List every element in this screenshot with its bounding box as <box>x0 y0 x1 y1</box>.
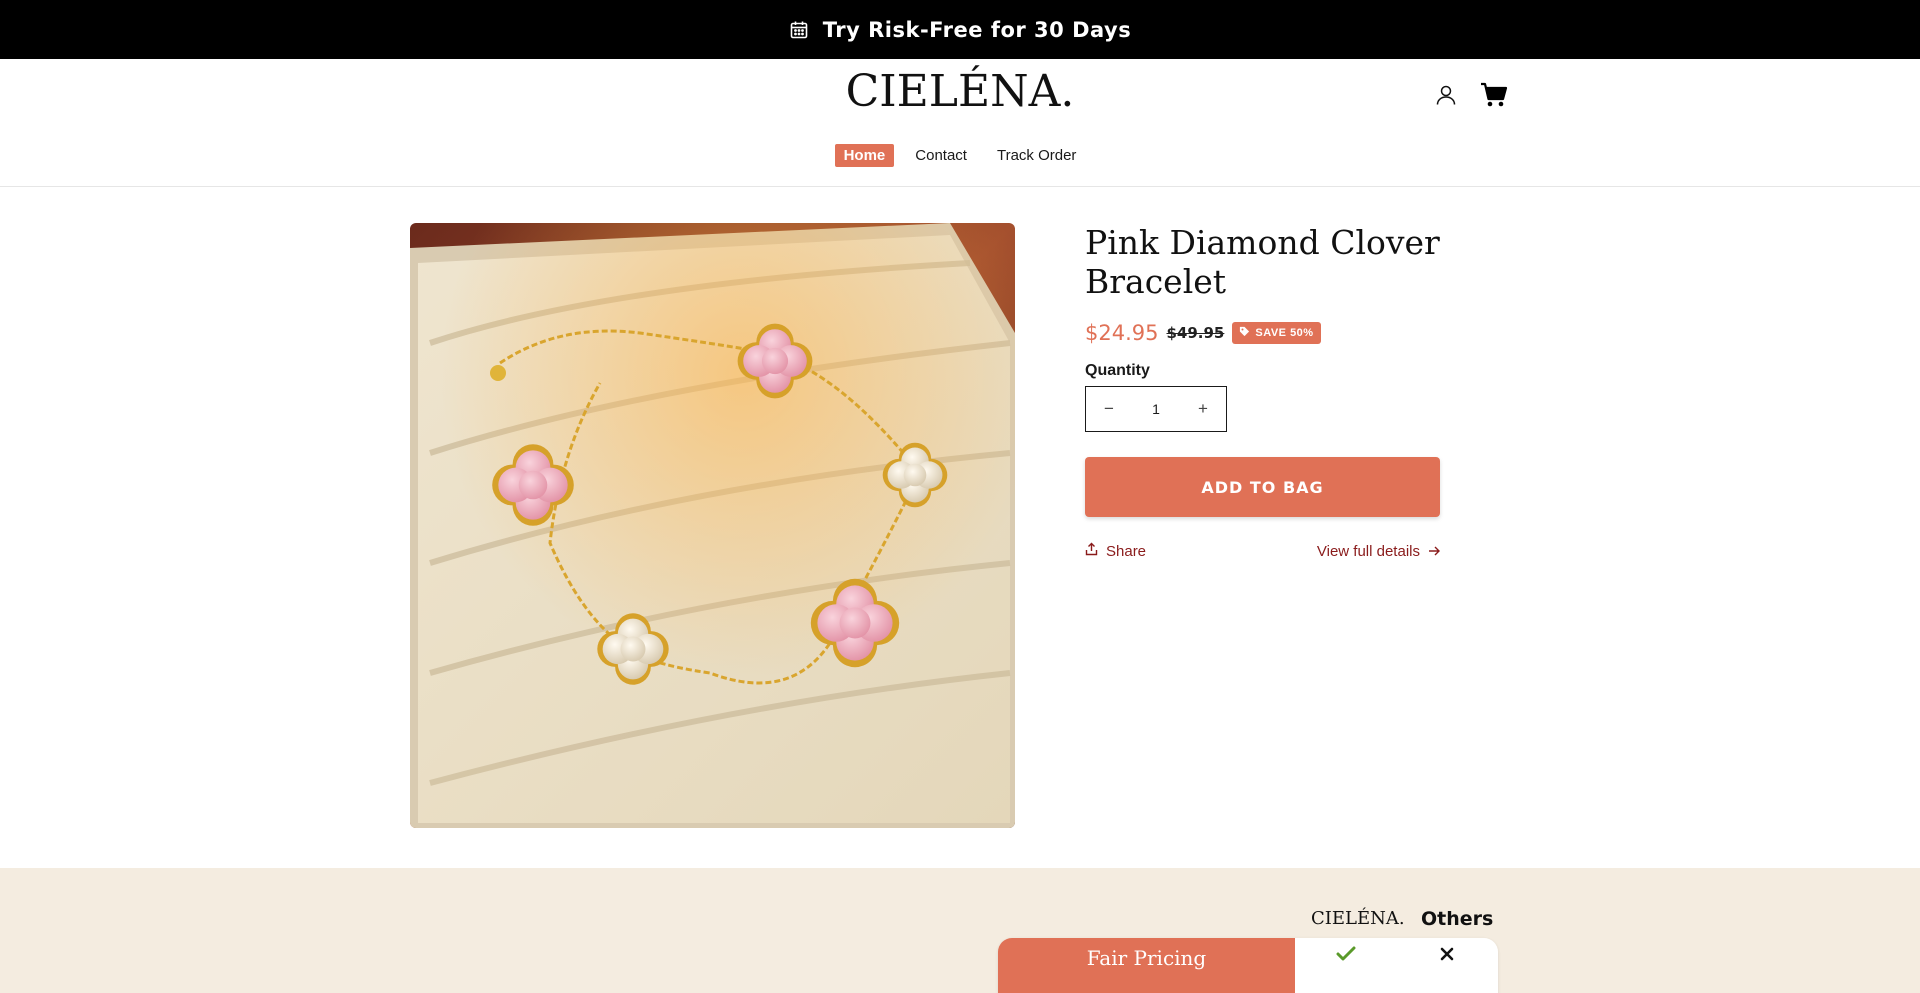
arrow-right-icon <box>1428 543 1440 560</box>
share-details-row: Share View full details <box>1085 542 1440 560</box>
comparison-section: CIELÉNA. Others Fair Pricing <box>0 868 1920 993</box>
product-info: Pink Diamond Clover Bracelet $24.95 $49.… <box>1085 223 1445 560</box>
nav-item-track-order[interactable]: Track Order <box>988 144 1085 167</box>
nav-item-contact[interactable]: Contact <box>906 144 976 167</box>
cart-icon[interactable] <box>1480 81 1508 109</box>
quantity-increase-button[interactable]: + <box>1180 387 1226 431</box>
main-nav: Home Contact Track Order <box>0 144 1920 167</box>
share-icon <box>1085 542 1098 560</box>
tag-icon <box>1239 326 1250 340</box>
quantity-label: Quantity <box>1085 362 1150 379</box>
announcement-bar: Try Risk-Free for 30 Days <box>0 0 1920 59</box>
share-label: Share <box>1106 542 1147 560</box>
comparison-feature-label: Fair Pricing <box>998 938 1295 993</box>
comparison-row <box>1295 938 1498 993</box>
price-row: $24.95 $49.95 SAVE 50% <box>1085 321 1445 345</box>
view-details-label: View full details <box>1316 542 1420 560</box>
view-full-details-link[interactable]: View full details <box>1317 543 1440 560</box>
save-badge: SAVE 50% <box>1232 322 1321 344</box>
product-image[interactable] <box>410 223 1015 828</box>
share-button[interactable]: Share <box>1085 542 1146 560</box>
calendar-icon <box>789 20 809 40</box>
sale-price: $24.95 <box>1085 321 1159 345</box>
save-badge-label: SAVE 50% <box>1255 327 1314 339</box>
add-to-bag-button[interactable]: ADD TO BAG <box>1085 457 1440 517</box>
site-header: CIELÉNA. Home Contact Track Order <box>0 59 1920 187</box>
product-title: Pink Diamond Clover Bracelet <box>1085 223 1440 301</box>
compare-price: $49.95 <box>1166 324 1225 342</box>
check-icon <box>1295 946 1397 962</box>
comparison-others-header: Others <box>1421 908 1494 930</box>
quantity-input[interactable] <box>1132 401 1180 417</box>
announcement-text: Try Risk-Free for 30 Days <box>822 17 1132 42</box>
quantity-stepper: − + <box>1085 386 1227 432</box>
x-icon <box>1397 946 1499 962</box>
header-icons <box>1432 81 1508 109</box>
comparison-brand-header: CIELÉNA. <box>1311 908 1405 929</box>
account-icon[interactable] <box>1432 81 1460 109</box>
nav-item-home[interactable]: Home <box>834 144 895 167</box>
brand-logo[interactable]: CIELÉNA. <box>0 66 1920 117</box>
comparison-table: Fair Pricing <box>998 938 1498 993</box>
quantity-decrease-button[interactable]: − <box>1086 387 1132 431</box>
